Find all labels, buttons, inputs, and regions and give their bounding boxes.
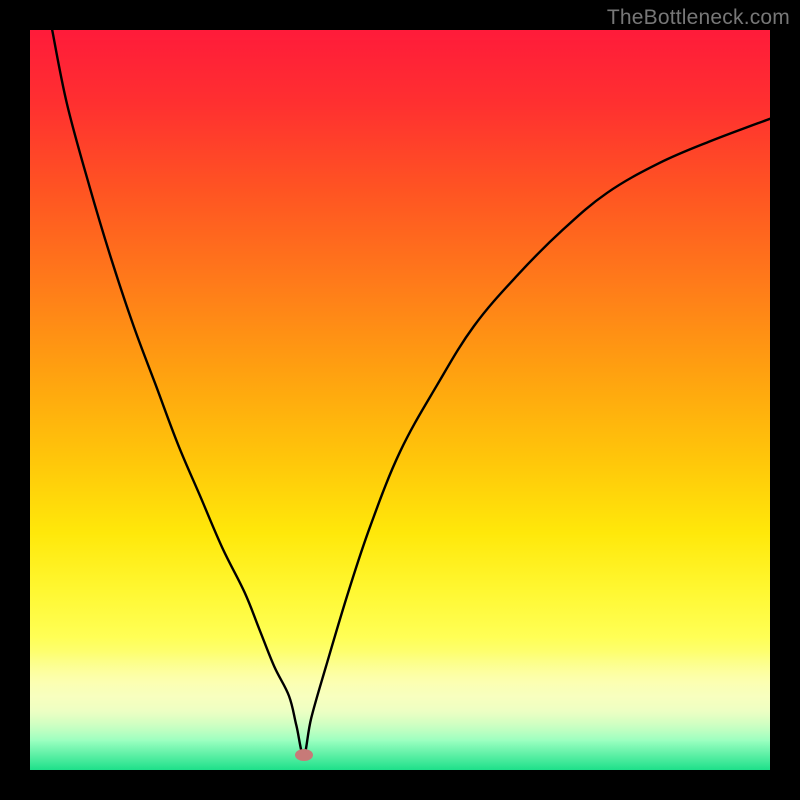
bottleneck-curve bbox=[52, 30, 770, 755]
curve-layer bbox=[30, 30, 770, 770]
watermark-text: TheBottleneck.com bbox=[607, 6, 790, 30]
plot-area bbox=[30, 30, 770, 770]
minimum-dot bbox=[295, 749, 313, 761]
chart-frame: TheBottleneck.com bbox=[0, 0, 800, 800]
